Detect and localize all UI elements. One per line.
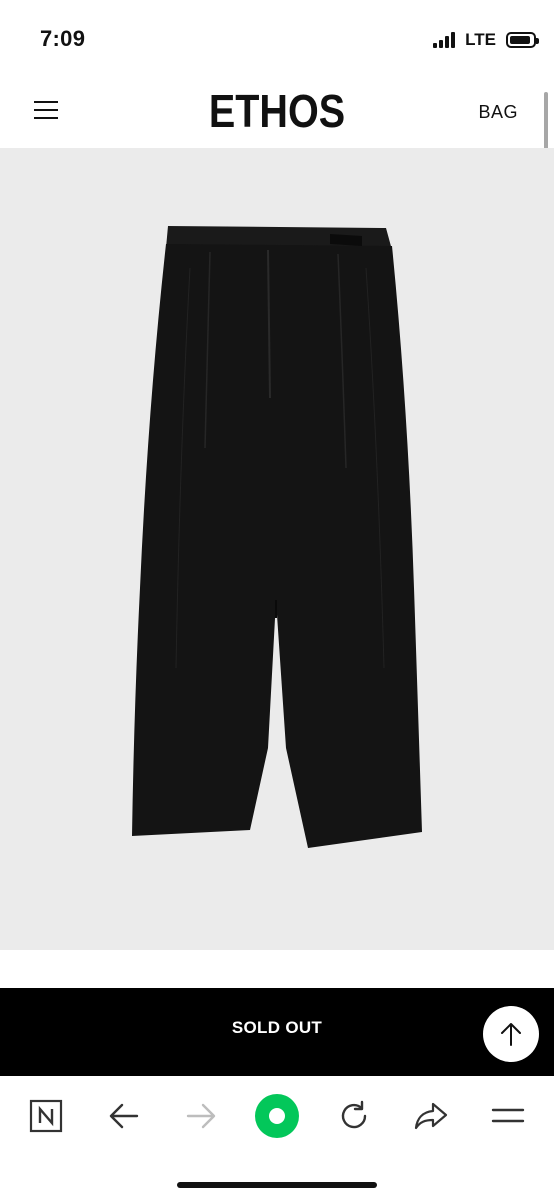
back-button[interactable] [100,1092,148,1140]
browser-menu-button[interactable] [484,1092,532,1140]
browser-toolbar [0,1076,554,1200]
naver-home-icon [29,1099,63,1133]
network-label: LTE [465,30,496,49]
scroll-to-top-button[interactable] [483,1006,539,1062]
site-header: ETHOS BAG [0,80,554,148]
share-icon [414,1102,448,1130]
battery-icon [506,32,539,48]
black-trousers-image [132,226,422,848]
sold-out-bar: SOLD OUT [0,988,554,1076]
brand-logo[interactable]: ETHOS [39,84,515,138]
product-image[interactable] [0,148,554,950]
naver-home-button[interactable] [22,1092,70,1140]
content-gap [0,950,554,988]
menu-icon [491,1108,525,1123]
bag-link[interactable]: BAG [478,102,518,123]
green-dot-button[interactable] [253,1092,301,1140]
home-indicator[interactable] [177,1182,377,1188]
arrow-up-icon [501,1023,521,1046]
reload-icon [341,1100,367,1129]
forward-arrow-icon [186,1103,216,1129]
sold-out-label: SOLD OUT [231,1018,323,1037]
forward-button[interactable] [177,1092,225,1140]
status-time: 7:09 [40,26,86,51]
back-arrow-icon [109,1103,139,1129]
signal-icon [433,32,456,48]
status-indicators: LTE [433,30,539,50]
green-circle-icon [255,1094,299,1138]
share-button[interactable] [407,1092,455,1140]
reload-button[interactable] [330,1092,378,1140]
status-bar: 7:09 LTE [0,0,554,80]
